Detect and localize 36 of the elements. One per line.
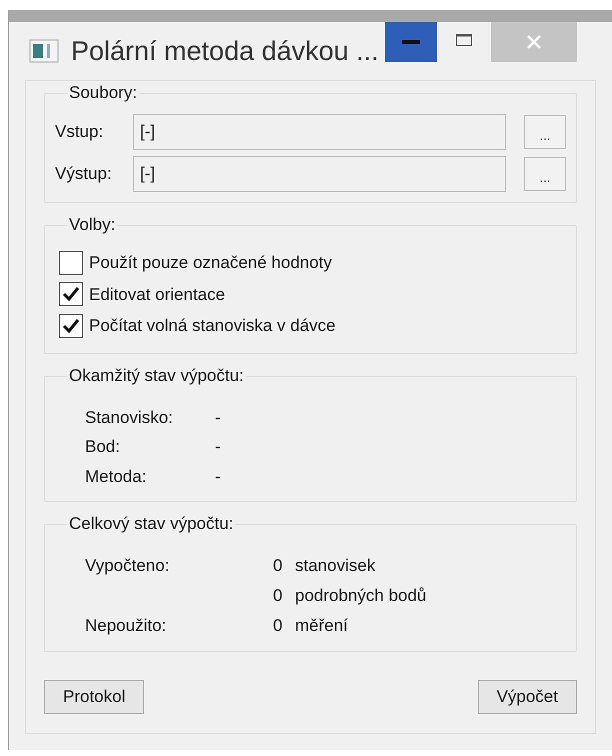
status-value: - bbox=[215, 406, 221, 428]
field-label: Vstup: bbox=[55, 121, 104, 144]
checkbox-label: Editovat orientace bbox=[89, 284, 226, 306]
action-button[interactable]: Výpočet bbox=[478, 680, 577, 714]
status-label: Stanovisko: bbox=[85, 406, 174, 428]
field-label: Výstup: bbox=[55, 163, 113, 186]
checkbox[interactable] bbox=[59, 250, 83, 275]
status-label: Nepoužito: bbox=[85, 615, 168, 637]
maximize-icon bbox=[456, 34, 472, 46]
check-icon bbox=[62, 318, 80, 334]
status-label: Bod: bbox=[85, 436, 121, 458]
status-label: Metoda: bbox=[85, 466, 148, 488]
count-value: 0 bbox=[273, 615, 284, 637]
checkbox[interactable] bbox=[59, 282, 83, 306]
status-label: Vypočteno: bbox=[85, 555, 170, 577]
status-value: - bbox=[215, 436, 221, 458]
count-value: 0 bbox=[273, 585, 284, 607]
status-value: - bbox=[215, 466, 221, 488]
check-icon bbox=[62, 286, 80, 302]
checkbox[interactable] bbox=[59, 314, 83, 338]
input-field[interactable]: [-] bbox=[133, 156, 506, 192]
count-unit: měření bbox=[295, 615, 348, 637]
window-title: Polární metoda dávkou ... bbox=[71, 34, 379, 68]
browse-button[interactable]: ... bbox=[524, 157, 566, 191]
count-value: 0 bbox=[273, 555, 284, 577]
checkbox-label: Použít pouze označené hodnoty bbox=[89, 252, 332, 274]
minimize-icon bbox=[402, 40, 420, 44]
minimize-button[interactable] bbox=[384, 22, 437, 62]
count-unit: stanovisek bbox=[295, 555, 376, 577]
checkbox-label: Počítat volná stanoviska v dávce bbox=[89, 315, 336, 337]
input-field[interactable]: [-] bbox=[133, 114, 506, 150]
action-button[interactable]: Protokol bbox=[44, 680, 144, 714]
count-unit: podrobných bodů bbox=[295, 585, 426, 607]
window-icon bbox=[29, 39, 59, 63]
close-icon bbox=[526, 34, 542, 50]
browse-button[interactable]: ... bbox=[524, 115, 566, 149]
